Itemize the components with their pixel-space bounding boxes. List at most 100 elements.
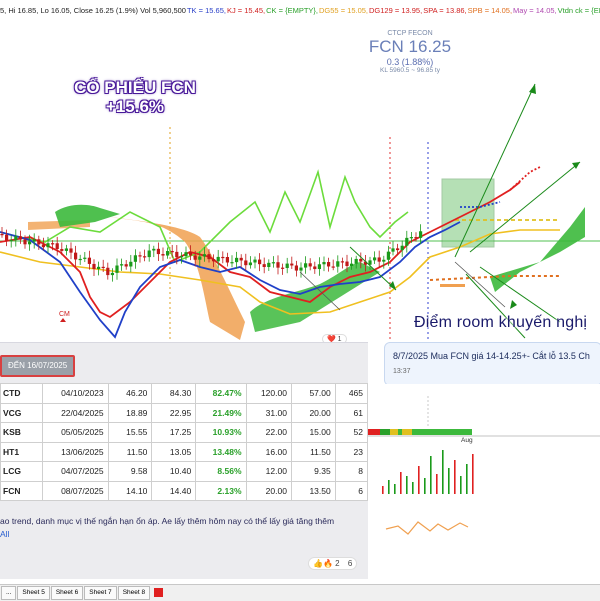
candle-body bbox=[244, 260, 248, 266]
candle-body bbox=[235, 257, 239, 263]
indicator-value: CK = {EMPTY}, bbox=[266, 6, 319, 15]
volume-bar bbox=[430, 456, 432, 494]
table-cell: 14.40 bbox=[151, 480, 197, 501]
candle-body bbox=[97, 266, 101, 269]
candle-body bbox=[202, 254, 206, 257]
sheet-tab[interactable]: Sheet 6 bbox=[50, 586, 84, 600]
indicator-value: TK = 15.65, bbox=[186, 6, 226, 15]
company-name: CTCP FECON bbox=[387, 30, 433, 37]
candle-body bbox=[271, 262, 275, 264]
indicator-value: KJ = 15.45, bbox=[226, 6, 266, 15]
candle-body bbox=[373, 257, 377, 261]
candle-body bbox=[64, 248, 68, 251]
indicator-info-bar: 5, Hi 16.85, Lo 16.05, Close 16.25 (1.9%… bbox=[0, 0, 600, 22]
color-swatch-icon[interactable] bbox=[154, 587, 164, 597]
candle-body bbox=[331, 266, 335, 268]
candle-body bbox=[230, 262, 234, 264]
message-text: ao trend, danh mục vị thế ngắn hạn ổn áp… bbox=[0, 516, 335, 526]
volume-bar bbox=[400, 472, 402, 494]
candle-body bbox=[299, 267, 303, 271]
candle-body bbox=[216, 256, 220, 262]
candle-body bbox=[60, 249, 64, 251]
table-cell: 11.50 bbox=[107, 441, 153, 462]
candle-body bbox=[400, 245, 404, 251]
candle-body bbox=[322, 262, 326, 265]
table-cell: 11.50 bbox=[290, 441, 336, 462]
table-row: VCG 22/04/2025 18.89 22.95 21.49% 31.00 20.00 6… bbox=[0, 402, 369, 423]
candle-body bbox=[386, 251, 390, 260]
table-cell: 57.00 bbox=[290, 383, 336, 404]
table-cell: 2.13% bbox=[195, 480, 247, 501]
sheet-tab[interactable]: Sheet 8 bbox=[117, 586, 151, 600]
table-row: HT1 13/06/2025 11.50 13.05 13.48% 16.00 11.50 2… bbox=[0, 441, 369, 462]
candle-body bbox=[258, 259, 262, 265]
candle-body bbox=[276, 262, 280, 268]
candle-body bbox=[336, 261, 340, 267]
candle-body bbox=[221, 256, 225, 259]
volume-bar bbox=[388, 480, 390, 494]
reaction-count: 6 bbox=[347, 559, 353, 568]
indicator-value: Vtdn ck = {EMPTY} bbox=[557, 6, 600, 15]
volume-bar bbox=[412, 482, 414, 494]
table-row: CTD 04/10/2023 46.20 84.30 82.47% 120.00 57.00… bbox=[0, 383, 369, 404]
candle-body bbox=[14, 236, 18, 241]
sheet-tab-more[interactable]: ... bbox=[1, 586, 17, 600]
chat-bubble[interactable]: 8/7/2025 Mua FCN giá 14-14.25+- Cắt lỗ 1… bbox=[384, 342, 600, 386]
volume-info: KL 5960.5 ~ 96.85 ty bbox=[380, 67, 440, 74]
table-cell: 15.55 bbox=[107, 422, 153, 443]
candle-body bbox=[87, 257, 91, 264]
candle-body bbox=[69, 248, 73, 253]
candle-body bbox=[9, 240, 13, 242]
table-cell: 46.20 bbox=[107, 383, 153, 404]
candle-body bbox=[120, 264, 124, 266]
volume-bar bbox=[394, 484, 396, 494]
candle-body bbox=[193, 255, 197, 260]
candle-body bbox=[0, 234, 4, 236]
candle-body bbox=[51, 243, 55, 245]
message-reactions[interactable]: 👍🔥 2 6 bbox=[308, 557, 358, 570]
candle-body bbox=[354, 258, 358, 264]
stock-info: CTCP FECON FCN 16.25 0.3 (1.88%) KL 5960… bbox=[340, 30, 480, 74]
sheet-tab[interactable]: Sheet 5 bbox=[17, 586, 50, 600]
table-cell: 120.00 bbox=[245, 383, 292, 404]
table-cell: CTD bbox=[0, 383, 44, 404]
candle-body bbox=[5, 234, 9, 241]
candle-body bbox=[225, 257, 229, 263]
bubble-text: 8/7/2025 Mua FCN giá 14-14.25+- Cắt lỗ 1… bbox=[393, 351, 590, 361]
table-cell: 10.93% bbox=[195, 422, 247, 443]
candle-body bbox=[189, 252, 193, 256]
candle-body bbox=[175, 251, 179, 258]
candle-body bbox=[133, 255, 137, 262]
candle-body bbox=[253, 259, 257, 263]
chat-message: ao trend, danh mục vị thế ngắn hạn ổn áp… bbox=[0, 515, 362, 541]
candle-body bbox=[239, 257, 243, 261]
candle-body bbox=[285, 263, 289, 269]
candle-body bbox=[179, 256, 183, 258]
table-cell: 04/10/2023 bbox=[42, 383, 109, 404]
sheet-tab[interactable]: Sheet 7 bbox=[84, 586, 117, 600]
candle-body bbox=[212, 259, 216, 262]
table-cell: 04/07/2025 bbox=[42, 461, 109, 482]
candle-body bbox=[23, 239, 27, 245]
indicator-value: SPB = 14.05, bbox=[467, 6, 513, 15]
candle-body bbox=[147, 250, 151, 258]
portfolio-table: CTD 04/10/2023 46.20 84.30 82.47% 120.00 57.00… bbox=[0, 383, 369, 501]
candle-body bbox=[101, 266, 105, 269]
table-row: LCG 04/07/2025 9.58 10.40 8.56% 12.00 9.35 8 bbox=[0, 461, 369, 482]
table-cell: LCG bbox=[0, 461, 44, 482]
table-row: KSB 05/05/2025 15.55 17.25 10.93% 22.00 15.00 5… bbox=[0, 422, 369, 443]
volume-bar bbox=[454, 460, 456, 494]
candle-body bbox=[74, 252, 78, 260]
candle-body bbox=[294, 265, 298, 271]
table-cell: HT1 bbox=[0, 441, 44, 462]
see-all-link[interactable]: All bbox=[0, 529, 9, 539]
candle-body bbox=[184, 252, 188, 257]
volume-bar bbox=[418, 466, 420, 494]
bubble-time: 13:37 bbox=[393, 368, 411, 375]
table-cell: 05/05/2025 bbox=[42, 422, 109, 443]
indicator-value: DG55 = 15.05, bbox=[319, 6, 369, 15]
table-cell: 13.50 bbox=[290, 480, 336, 501]
reaction-emojis: 👍🔥 2 bbox=[313, 559, 340, 568]
sheet-tabs-bar: ... Sheet 5 Sheet 6 Sheet 7 Sheet 8 bbox=[0, 584, 600, 601]
candle-body bbox=[198, 256, 202, 260]
